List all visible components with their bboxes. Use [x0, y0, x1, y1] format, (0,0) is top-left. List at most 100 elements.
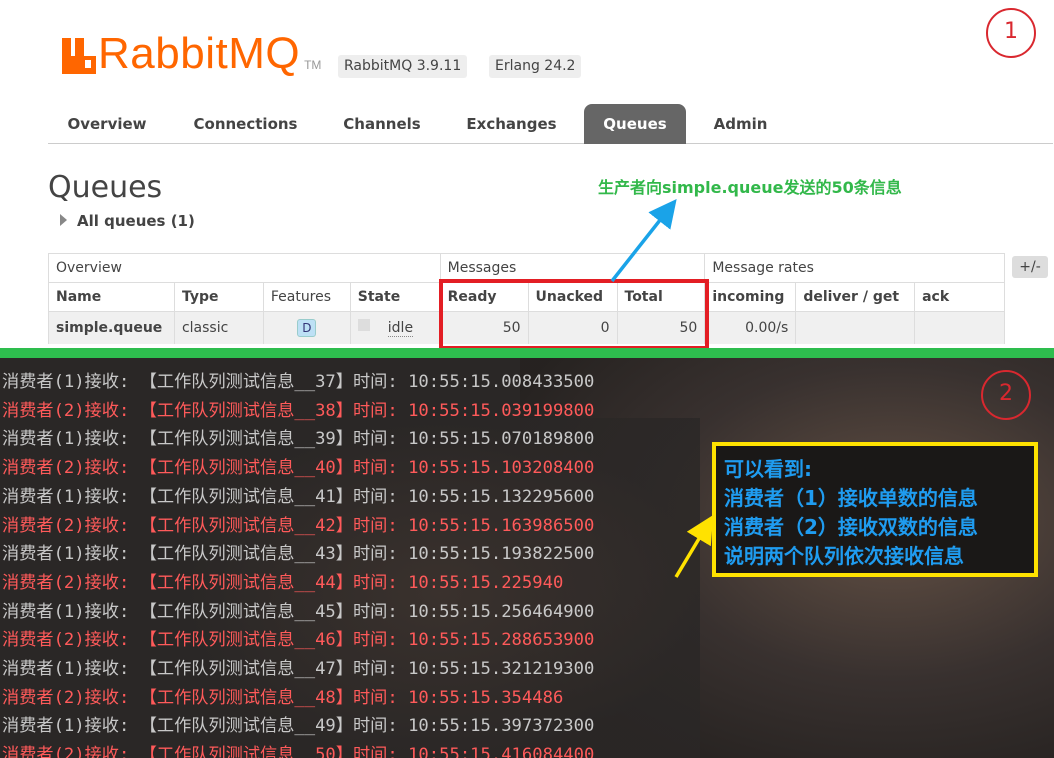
all-queues-toggle[interactable]: All queues (1) [60, 212, 195, 230]
rabbitmq-management-panel: RabbitMQ TM RabbitMQ 3.9.11 Erlang 24.2 … [0, 0, 1054, 350]
log-message: 【工作队列测试信息__42】 [139, 515, 353, 536]
group-overview: Overview [48, 253, 441, 283]
log-message: 【工作队列测试信息__45】 [139, 601, 353, 622]
tab-admin[interactable]: Admin [698, 104, 783, 144]
consumer-label: 消费者(1)接收: [2, 486, 130, 507]
all-queues-label: All queues (1) [77, 212, 195, 230]
log-message: 【工作队列测试信息__40】 [139, 458, 353, 479]
time-label: 时间: [352, 601, 398, 622]
log-message: 【工作队列测试信息__37】 [139, 372, 353, 392]
consumer-label: 消费者(1)接收: [2, 659, 130, 679]
log-time: 10:55:15.163986500 [408, 515, 595, 536]
consumer-label: 消费者(1)接收: [2, 601, 130, 622]
log-message: 【工作队列测试信息__49】 [139, 716, 353, 737]
log-line: 消费者(2)接收: 【工作队列测试信息__42】时间: 10:55:15.163… [2, 512, 594, 541]
note-line: 可以看到: [724, 457, 812, 481]
log-time: 10:55:15.225940 [408, 572, 564, 593]
tab-queues[interactable]: Queues [584, 104, 686, 144]
deliver-get-rate [795, 311, 915, 344]
consumer-note-box: 可以看到: 消费者（1）接收单数的信息 消费者（2）接收双数的信息 说明两个队列… [712, 442, 1038, 577]
log-line: 消费者(1)接收: 【工作队列测试信息__47】时间: 10:55:15.321… [2, 655, 594, 684]
log-time: 10:55:15.103208400 [408, 458, 595, 479]
log-time: 10:55:15.288653900 [408, 630, 595, 651]
log-line: 消费者(1)接收: 【工作队列测试信息__43】时间: 10:55:15.193… [2, 540, 594, 569]
log-line: 消费者(2)接收: 【工作队列测试信息__46】时间: 10:55:15.288… [2, 626, 594, 655]
log-line: 消费者(2)接收: 【工作队列测试信息__40】时间: 10:55:15.103… [2, 454, 594, 483]
state-cell: idle [349, 311, 441, 344]
rabbitmq-logo[interactable]: RabbitMQ TM [62, 29, 322, 78]
log-message: 【工作队列测试信息__38】 [139, 400, 353, 421]
ack-rate [914, 311, 1005, 344]
log-time: 10:55:15.321219300 [408, 659, 595, 679]
time-label: 时间: [352, 716, 398, 737]
col-ack[interactable]: ack [914, 282, 1005, 312]
tab-overview[interactable]: Overview [48, 104, 166, 144]
col-features: Features [262, 282, 351, 312]
log-message: 【工作队列测试信息__41】 [139, 486, 353, 507]
consumer-label: 消费者(2)接收: [2, 630, 130, 651]
log-line: 消费者(1)接收: 【工作队列测试信息__37】时间: 10:55:15.008… [2, 368, 594, 397]
consumer-label: 消费者(1)接收: [2, 372, 130, 392]
col-incoming[interactable]: incoming [704, 282, 796, 312]
erlang-version-badge: Erlang 24.2 [489, 55, 582, 78]
log-time: 10:55:15.070189800 [408, 429, 595, 450]
col-state[interactable]: State [349, 282, 441, 312]
time-label: 时间: [352, 659, 398, 679]
rabbitmq-version-badge: RabbitMQ 3.9.11 [338, 55, 468, 78]
state-indicator [357, 319, 370, 332]
consumer-label: 消费者(1)接收: [2, 429, 130, 450]
log-time: 10:55:15.193822500 [408, 544, 595, 565]
tab-channels[interactable]: Channels [326, 104, 438, 144]
log-message: 【工作队列测试信息__50】 [139, 745, 353, 758]
log-line: 消费者(2)接收: 【工作队列测试信息__38】时间: 10:55:15.039… [2, 397, 594, 426]
group-message-rates: Message rates [704, 253, 1005, 283]
consumer-label: 消费者(2)接收: [2, 572, 130, 593]
column-toggle-button[interactable]: +/- [1012, 256, 1048, 278]
tab-exchanges[interactable]: Exchanges [449, 104, 574, 144]
time-label: 时间: [352, 429, 398, 450]
col-deliver-get[interactable]: deliver / get [795, 282, 915, 312]
time-label: 时间: [352, 572, 398, 593]
log-line: 消费者(1)接收: 【工作队列测试信息__49】时间: 10:55:15.397… [2, 712, 594, 741]
main-nav-tabs: Overview Connections Channels Exchanges … [48, 104, 1053, 144]
consumer-label: 消费者(1)接收: [2, 716, 130, 737]
log-message: 【工作队列测试信息__44】 [139, 572, 353, 593]
col-name[interactable]: Name [48, 282, 175, 312]
tab-connections[interactable]: Connections [173, 104, 318, 144]
producer-annotation: 生产者向simple.queue发送的50条信息 [598, 178, 902, 197]
log-time: 10:55:15.256464900 [408, 601, 595, 622]
col-type[interactable]: Type [173, 282, 264, 312]
trademark: TM [304, 58, 322, 72]
log-message: 【工作队列测试信息__43】 [139, 544, 353, 565]
log-message: 【工作队列测试信息__46】 [139, 630, 353, 651]
incoming-rate: 0.00/s [704, 311, 796, 344]
log-line: 消费者(1)接收: 【工作队列测试信息__45】时间: 10:55:15.256… [2, 598, 594, 627]
queue-state: idle [387, 320, 414, 338]
note-line: 消费者（1）接收单数的信息 [724, 486, 978, 510]
consumer-label: 消费者(2)接收: [2, 687, 130, 708]
consumer-label: 消费者(1)接收: [2, 544, 130, 565]
marker-one: 1 [986, 8, 1036, 58]
time-label: 时间: [352, 544, 398, 565]
consumer-label: 消费者(2)接收: [2, 400, 130, 421]
time-label: 时间: [352, 400, 398, 421]
time-label: 时间: [352, 458, 398, 479]
queue-name-link[interactable]: simple.queue [48, 311, 175, 344]
time-label: 时间: [352, 745, 398, 758]
log-time: 10:55:15.416084400 [408, 745, 595, 758]
queue-type: classic [173, 311, 264, 344]
time-label: 时间: [352, 486, 398, 507]
log-line: 消费者(2)接收: 【工作队列测试信息__50】时间: 10:55:15.416… [2, 741, 594, 758]
time-label: 时间: [352, 515, 398, 536]
brand-name: RabbitMQ [98, 29, 301, 78]
consumer-label: 消费者(2)接收: [2, 515, 130, 536]
consumer-label: 消费者(2)接收: [2, 458, 130, 479]
log-message: 【工作队列测试信息__47】 [139, 659, 353, 679]
rabbit-icon [62, 38, 96, 74]
log-message: 【工作队列测试信息__48】 [139, 687, 353, 708]
page-title: Queues [48, 170, 163, 205]
features-cell: D [262, 311, 351, 344]
messages-highlight-box [439, 279, 709, 350]
time-label: 时间: [352, 630, 398, 651]
log-line: 消费者(1)接收: 【工作队列测试信息__39】时间: 10:55:15.070… [2, 425, 594, 454]
